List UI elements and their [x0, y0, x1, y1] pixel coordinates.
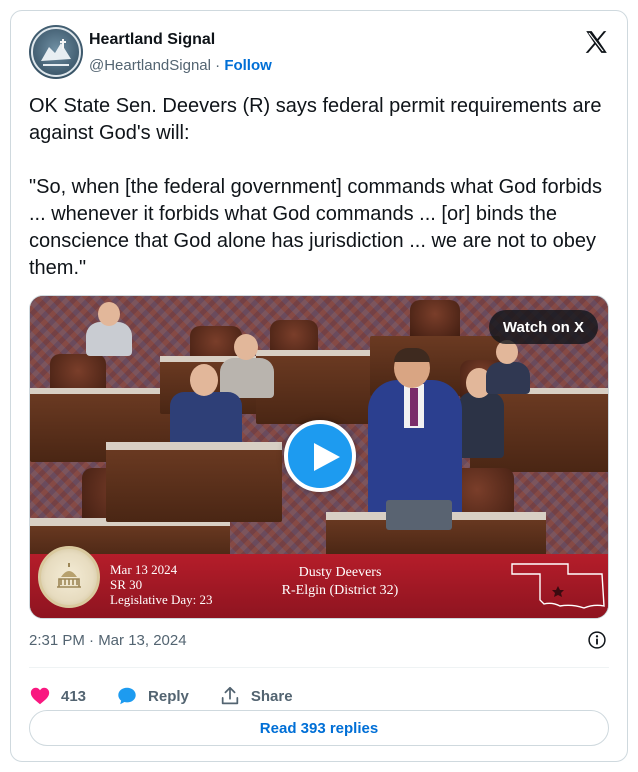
- handle-row: @HeartlandSignal · Follow: [89, 57, 272, 74]
- heart-icon: [30, 687, 50, 705]
- like-count: 413: [61, 687, 87, 705]
- video-player[interactable]: Watch on X Mar 13 2024 SR 30 Legislative…: [29, 295, 609, 619]
- chair: [410, 300, 460, 340]
- read-replies-button[interactable]: Read 393 replies: [29, 710, 609, 746]
- desk-top: [256, 350, 376, 356]
- avatar-graphic-icon: [31, 27, 81, 77]
- reply-label: Reply: [148, 687, 189, 705]
- tweet-header: Heartland Signal @HeartlandSignal · Foll…: [29, 25, 609, 81]
- play-icon: [314, 443, 340, 471]
- desk: [106, 446, 282, 522]
- broadcast-lower-third: Mar 13 2024 SR 30 Legislative Day: 23 Du…: [30, 546, 608, 618]
- watch-on-x-button[interactable]: Watch on X: [488, 310, 598, 344]
- session-date: Mar 13 2024: [110, 562, 178, 577]
- desk: [256, 354, 376, 424]
- play-button[interactable]: [284, 420, 356, 492]
- speech-bubble-icon: [118, 687, 136, 705]
- avatar[interactable]: [29, 25, 83, 79]
- speaker-district: R-Elgin (District 32): [281, 583, 399, 598]
- like-button[interactable]: 413: [29, 685, 86, 707]
- divider: [29, 667, 609, 668]
- desk-top: [106, 442, 282, 450]
- author-name[interactable]: Heartland Signal: [89, 31, 215, 49]
- session-resolution: SR 30: [110, 577, 143, 592]
- speaker-name: Dusty Deevers: [298, 565, 382, 580]
- tweet-timestamp[interactable]: 2:31 PM · Mar 13, 2024: [29, 632, 187, 649]
- handle-separator: ·: [215, 57, 221, 74]
- tweet-text: OK State Sen. Deevers (R) says federal p…: [29, 95, 602, 279]
- follow-button[interactable]: Follow: [224, 57, 272, 74]
- oklahoma-outline-icon: [511, 563, 605, 609]
- share-label: Share: [250, 687, 293, 705]
- state-seal-icon: [38, 546, 100, 608]
- speaker-info: Dusty Deevers R-Elgin (District 32): [230, 564, 450, 600]
- legislative-day: Legislative Day: 23: [110, 592, 213, 607]
- x-logo-icon[interactable]: [583, 29, 609, 55]
- desk-top: [30, 388, 170, 394]
- session-info: Mar 13 2024 SR 30 Legislative Day: 23: [110, 562, 213, 607]
- laptop: [386, 500, 452, 530]
- share-button[interactable]: Share: [219, 685, 293, 707]
- author-handle[interactable]: @HeartlandSignal: [89, 57, 211, 74]
- reply-button[interactable]: Reply: [116, 685, 189, 707]
- info-icon[interactable]: [587, 630, 607, 650]
- share-upload-icon: [221, 686, 239, 705]
- tweet-card: Heartland Signal @HeartlandSignal · Foll…: [10, 10, 628, 762]
